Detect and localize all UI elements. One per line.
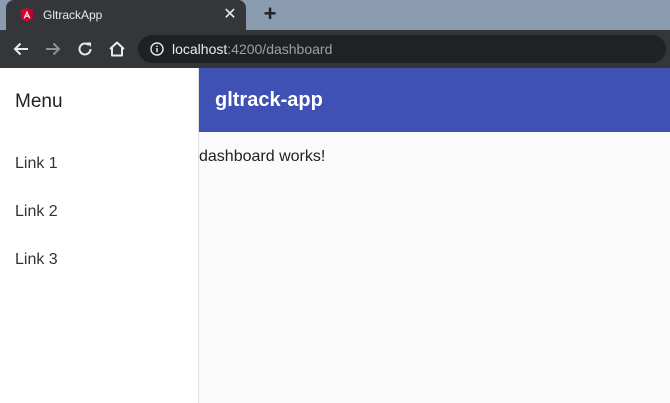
tab-title: GltrackApp <box>43 8 103 22</box>
app-toolbar: gltrack-app <box>199 68 670 132</box>
nav-link-2[interactable]: Link 2 <box>15 203 58 221</box>
url-path: :4200/dashboard <box>227 41 333 57</box>
browser-toolbar: localhost:4200/dashboard <box>0 30 670 68</box>
reload-icon[interactable] <box>75 39 95 59</box>
sidenav: Menu Link 1 Link 2 Link 3 <box>0 68 199 403</box>
forward-arrow-icon[interactable] <box>43 39 63 59</box>
info-icon[interactable] <box>150 42 164 56</box>
close-tab-icon[interactable]: ✕ <box>220 5 240 25</box>
nav-link-1[interactable]: Link 1 <box>15 155 58 173</box>
url-host: localhost <box>172 41 228 57</box>
address-bar[interactable]: localhost:4200/dashboard <box>138 35 666 63</box>
menu-title: Menu <box>15 91 63 112</box>
app-title: gltrack-app <box>215 88 323 111</box>
browser-tab[interactable]: GltrackApp ✕ <box>6 0 246 30</box>
browser-tab-strip: GltrackApp ✕ + <box>0 0 670 30</box>
new-tab-button[interactable]: + <box>259 3 281 25</box>
back-arrow-icon[interactable] <box>11 39 31 59</box>
home-icon[interactable] <box>107 39 127 59</box>
angular-icon <box>19 7 35 23</box>
dashboard-content: dashboard works! <box>199 148 326 165</box>
nav-link-3[interactable]: Link 3 <box>15 251 58 269</box>
url-text: localhost:4200/dashboard <box>172 41 332 57</box>
